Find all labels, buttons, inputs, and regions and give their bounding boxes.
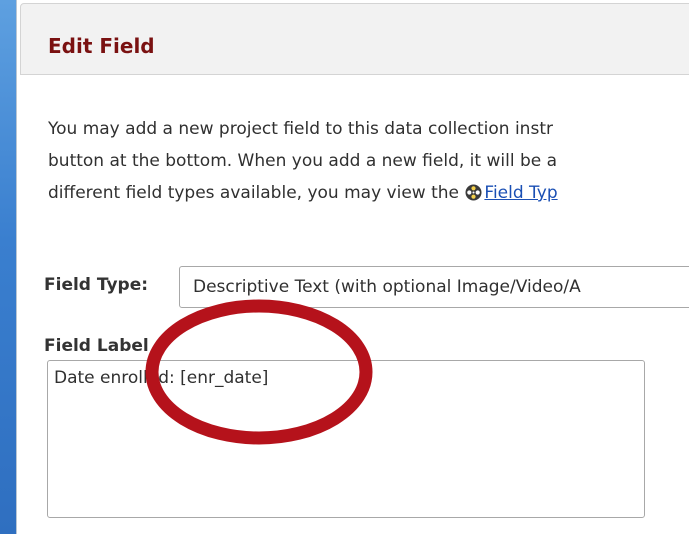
dialog-title: Edit Field (48, 34, 155, 58)
field-label-heading: Field Label (44, 336, 149, 356)
intro-text: You may add a new project field to this … (48, 113, 558, 209)
dialog-title-bar: Edit Field (20, 3, 689, 75)
field-label-value: Date enrolled: [enr_date] (54, 368, 269, 388)
intro-line-3-text: different field types available, you may… (48, 183, 465, 203)
field-type-label: Field Type: (44, 275, 149, 295)
film-reel-icon (465, 184, 482, 201)
field-type-select[interactable]: Descriptive Text (with optional Image/Vi… (179, 266, 689, 308)
field-label-textarea[interactable]: Date enrolled: [enr_date] (47, 360, 645, 518)
edit-field-dialog: Edit Field You may add a new project fie… (16, 0, 689, 534)
intro-line-2: button at the bottom. When you add a new… (48, 151, 558, 171)
intro-line-1: You may add a new project field to this … (48, 119, 553, 139)
field-types-link[interactable]: Field Typ (484, 183, 557, 203)
intro-line-3: different field types available, you may… (48, 177, 558, 209)
